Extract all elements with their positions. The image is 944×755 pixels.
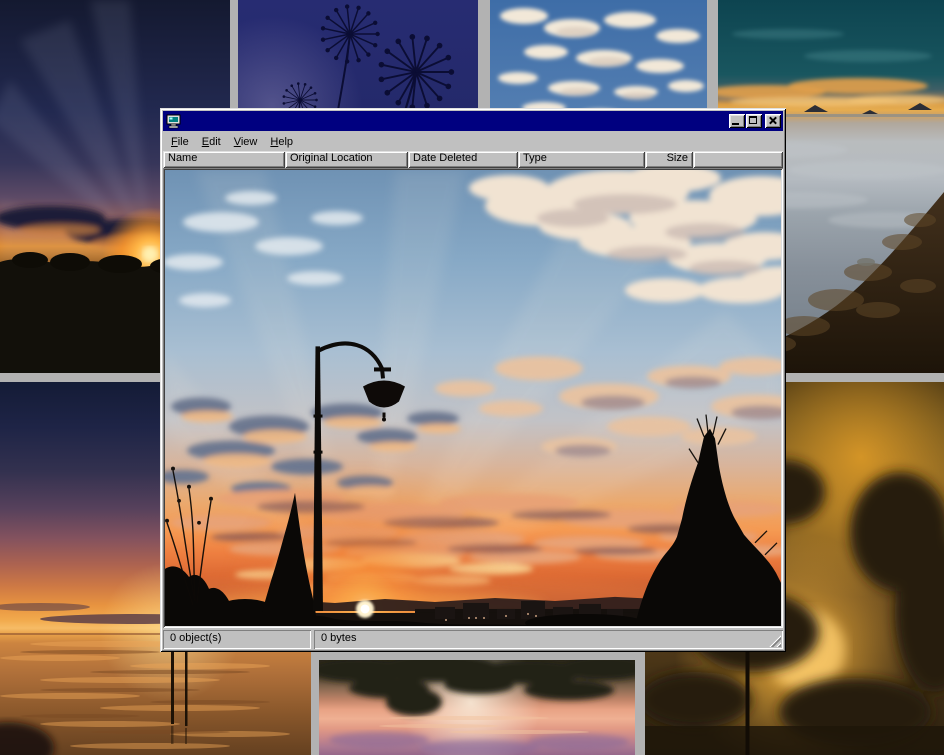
menu-help[interactable]: Help — [264, 134, 300, 150]
column-header-row: Name Original Location Date Deleted Type… — [163, 151, 783, 168]
column-header-name[interactable]: Name — [163, 151, 285, 168]
status-object-count: 0 object(s) — [163, 630, 311, 649]
recycle-bin-window: File Edit View Help Name Original Locati… — [160, 108, 786, 652]
desktop: { "window": { "title": "", "menu_items":… — [0, 0, 944, 755]
menu-view[interactable]: View — [228, 134, 265, 150]
menu-bar: File Edit View Help — [163, 132, 783, 151]
computer-icon — [166, 114, 182, 129]
close-button[interactable] — [765, 114, 781, 128]
sunset-lamppost-photo — [165, 170, 781, 626]
title-bar[interactable] — [163, 111, 783, 131]
file-list-area[interactable] — [163, 168, 783, 628]
status-bar: 0 object(s) 0 bytes — [163, 630, 783, 649]
wallpaper-tile-water-reflection — [319, 660, 635, 755]
column-header-type[interactable]: Type — [518, 151, 645, 168]
minimize-button[interactable] — [729, 114, 745, 128]
column-header-date-deleted[interactable]: Date Deleted — [408, 151, 518, 168]
column-header-size[interactable]: Size — [645, 151, 693, 168]
menu-edit[interactable]: Edit — [196, 134, 228, 150]
column-header-original-location[interactable]: Original Location — [285, 151, 408, 168]
status-total-size: 0 bytes — [314, 630, 783, 649]
maximize-button[interactable] — [746, 114, 762, 128]
menu-file[interactable]: File — [165, 134, 196, 150]
column-header-blank[interactable] — [693, 151, 783, 168]
